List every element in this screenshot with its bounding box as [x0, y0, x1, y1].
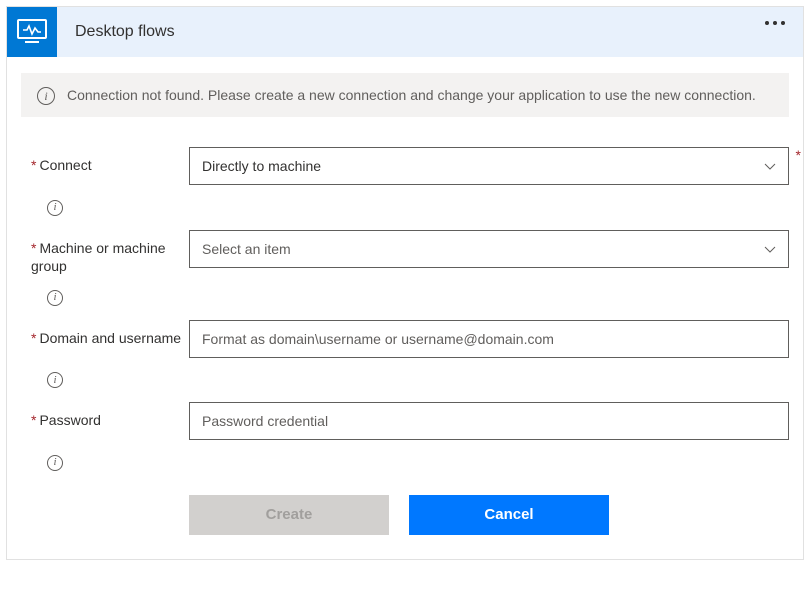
connect-info-icon[interactable]: i [47, 200, 63, 216]
password-label: *Password [31, 402, 189, 429]
password-info-icon[interactable]: i [47, 455, 63, 471]
domain-username-input[interactable] [189, 320, 789, 358]
warning-banner: i Connection not found. Please create a … [21, 73, 789, 117]
dialog-card: Desktop flows i Connection not found. Pl… [6, 6, 804, 560]
warning-text: Connection not found. Please create a ne… [67, 85, 756, 105]
required-marker: * [796, 147, 801, 163]
machine-label: *Machine or machine group [31, 230, 189, 275]
connection-form: * *Connect Directly to machine i *Machin… [7, 127, 803, 558]
cancel-button[interactable]: Cancel [409, 495, 609, 535]
info-icon: i [37, 87, 55, 105]
machine-info-icon[interactable]: i [47, 290, 63, 306]
connect-label: *Connect [31, 147, 189, 174]
more-options-button[interactable] [765, 21, 785, 25]
chevron-down-icon [764, 161, 776, 173]
connect-select[interactable]: Directly to machine [189, 147, 789, 185]
dialog-title: Desktop flows [75, 23, 175, 41]
domain-label: *Domain and username [31, 320, 189, 347]
chevron-down-icon [764, 244, 776, 256]
password-input[interactable] [189, 402, 789, 440]
domain-info-icon[interactable]: i [47, 372, 63, 388]
create-button: Create [189, 495, 389, 535]
desktop-flow-icon [7, 7, 57, 57]
dialog-header: Desktop flows [7, 7, 803, 57]
machine-select[interactable]: Select an item [189, 230, 789, 268]
